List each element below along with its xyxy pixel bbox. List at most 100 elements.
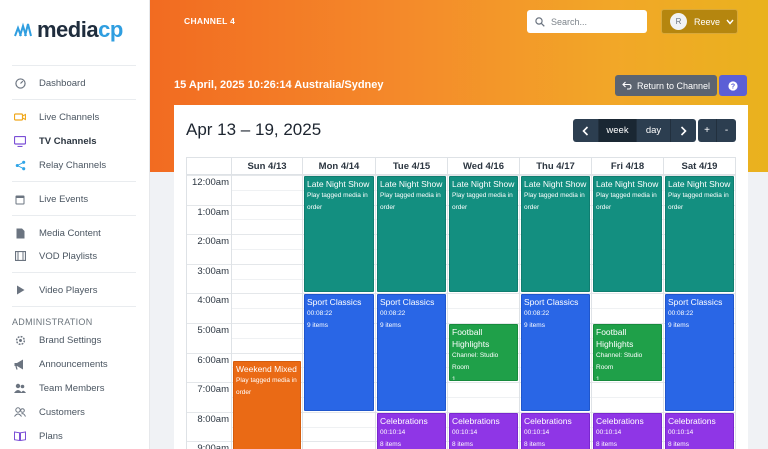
calendar-event[interactable]: Celebrations 00:10:14 8 items — [593, 412, 662, 449]
sidebar-item-relay-channels[interactable]: Relay Channels — [14, 157, 138, 173]
sidebar-item-customers[interactable]: Customers — [14, 404, 138, 420]
time-label: 12:00am — [192, 177, 229, 188]
search-input[interactable]: Search... — [527, 10, 647, 33]
sidebar-item-team-members[interactable]: Team Members — [14, 380, 138, 396]
calendar-event[interactable]: Celebrations 00:10:14 8 items — [665, 412, 734, 449]
sidebar-item-announcements[interactable]: Announcements — [14, 356, 138, 372]
event-detail: order — [380, 204, 396, 211]
calendar-range-title: Apr 13 – 19, 2025 — [186, 120, 322, 139]
event-title: Late Night Show — [380, 179, 443, 189]
week-view-button[interactable]: week — [599, 119, 637, 142]
event-detail: 00:10:14 — [452, 428, 478, 436]
event-title: Late Night Show — [596, 179, 659, 189]
next-week-button[interactable] — [671, 119, 696, 142]
zoom-in-button[interactable]: + — [698, 119, 717, 142]
event-detail: order — [307, 204, 323, 211]
calendar-event[interactable]: Sport Classics 00:08:22 9 items — [521, 294, 590, 411]
user-name: Reeve — [694, 16, 721, 27]
sidebar-item-label: VOD Playlists — [39, 250, 98, 262]
sidebar-item-media-content[interactable]: Media Content — [14, 225, 138, 241]
sidebar-item-label: Live Events — [39, 193, 89, 205]
sidebar-item-label: Plans — [39, 430, 63, 442]
calendar-event[interactable]: Celebrations 00:10:14 8 items — [521, 412, 590, 449]
calendar-event[interactable]: Football Highlights Channel: Studio Room 1 — [449, 324, 518, 382]
event-detail: 8 items — [668, 440, 689, 448]
time-label: 7:00am — [197, 384, 229, 396]
megaphone-icon — [14, 358, 26, 370]
time-label: 4:00am — [197, 295, 229, 307]
sidebar-item-label: Brand Settings — [39, 334, 102, 346]
calendar-icon — [14, 193, 26, 205]
sidebar: mediacp Dashboard Live Channels TV Chann… — [0, 0, 150, 449]
event-detail: 1 — [452, 376, 456, 382]
event-detail: 8 items — [380, 440, 401, 448]
sidebar-item-live-channels[interactable]: Live Channels — [14, 109, 138, 125]
event-detail: 00:08:22 — [307, 310, 333, 318]
chevron-down-icon — [726, 19, 734, 25]
file-icon — [14, 227, 26, 239]
tv-icon — [14, 135, 26, 147]
event-detail: 00:10:14 — [524, 428, 550, 436]
event-title: Football Highlights — [452, 327, 490, 349]
channel-name: CHANNEL 4 — [184, 16, 236, 26]
film-icon — [14, 250, 26, 262]
search-placeholder: Search... — [551, 16, 588, 27]
event-detail: order — [236, 389, 252, 396]
calendar-event[interactable]: Sport Classics 00:08:22 9 items — [304, 294, 374, 411]
event-title: Celebrations — [380, 415, 428, 426]
event-detail: Play tagged media in — [596, 192, 657, 199]
help-button[interactable]: ? — [719, 75, 747, 96]
event-detail: 00:08:22 — [380, 310, 406, 318]
day-header: Tue 4/15 — [376, 158, 448, 175]
divider — [12, 65, 136, 66]
calendar-event[interactable]: Sport Classics 00:08:22 9 items — [377, 294, 446, 411]
gear-icon — [14, 334, 26, 346]
day-column-divider — [375, 175, 376, 449]
user-menu-button[interactable]: R Reeve — [661, 9, 738, 34]
calendar-event[interactable]: Football Highlights Channel: Studio Room 1 — [593, 324, 662, 382]
calendar-event[interactable]: Late Night Show Play tagged media in order — [377, 176, 446, 293]
calendar-event[interactable]: Celebrations 00:10:14 8 items — [377, 412, 446, 449]
calendar-event[interactable]: Celebrations 00:10:14 8 items — [449, 412, 518, 449]
event-detail: 00:10:14 — [596, 428, 622, 436]
event-detail: Play tagged media in — [236, 377, 297, 384]
section-heading-administration: ADMINISTRATION — [12, 317, 93, 327]
brand-logo[interactable]: mediacp — [14, 16, 123, 44]
zoom-out-button[interactable]: - — [717, 119, 736, 142]
svg-text:?: ? — [731, 83, 735, 90]
calendar-event[interactable]: Sport Classics 00:08:22 9 items — [665, 294, 734, 411]
return-to-channel-button[interactable]: Return to Channel — [615, 75, 717, 96]
calendar-event[interactable]: Weekend Mixed Play tagged media in order — [233, 361, 301, 449]
event-detail: Channel: Studio Room — [452, 352, 499, 371]
sidebar-item-tv-channels[interactable]: TV Channels — [14, 133, 138, 149]
day-header: Mon 4/14 — [303, 158, 376, 175]
day-view-button[interactable]: day — [637, 119, 671, 142]
calendar-event[interactable]: Late Night Show Play tagged media in order — [593, 176, 662, 293]
sidebar-item-video-players[interactable]: Video Players — [14, 282, 138, 298]
calendar-event[interactable]: Late Night Show Play tagged media in order — [521, 176, 590, 293]
day-header: Fri 4/18 — [592, 158, 664, 175]
sidebar-item-live-events[interactable]: Live Events — [14, 191, 138, 207]
sidebar-item-label: Live Channels — [39, 111, 100, 123]
prev-week-button[interactable] — [573, 119, 599, 142]
calendar-event[interactable]: Late Night Show Play tagged media in order — [665, 176, 734, 293]
search-icon — [535, 16, 545, 27]
question-icon: ? — [728, 80, 738, 91]
event-detail: 8 items — [596, 440, 617, 448]
event-title: Sport Classics — [524, 297, 579, 308]
event-title: Sport Classics — [380, 297, 435, 308]
event-title: Celebrations — [524, 415, 572, 426]
time-label: 3:00am — [197, 265, 229, 277]
sidebar-item-dashboard[interactable]: Dashboard — [14, 75, 138, 91]
sidebar-item-brand-settings[interactable]: Brand Settings — [14, 332, 138, 348]
calendar-event[interactable]: Late Night Show Play tagged media in order — [304, 176, 374, 293]
sidebar-item-label: Media Content — [39, 227, 101, 239]
event-title: Late Night Show — [524, 179, 587, 189]
event-detail: order — [668, 204, 684, 211]
event-detail: 8 items — [452, 440, 473, 448]
sidebar-item-vod-playlists[interactable]: VOD Playlists — [14, 248, 138, 264]
time-label: 6:00am — [197, 354, 229, 366]
sidebar-item-plans[interactable]: Plans — [14, 428, 138, 444]
day-header: Sun 4/13 — [232, 158, 303, 175]
calendar-event[interactable]: Late Night Show Play tagged media in order — [449, 176, 518, 293]
